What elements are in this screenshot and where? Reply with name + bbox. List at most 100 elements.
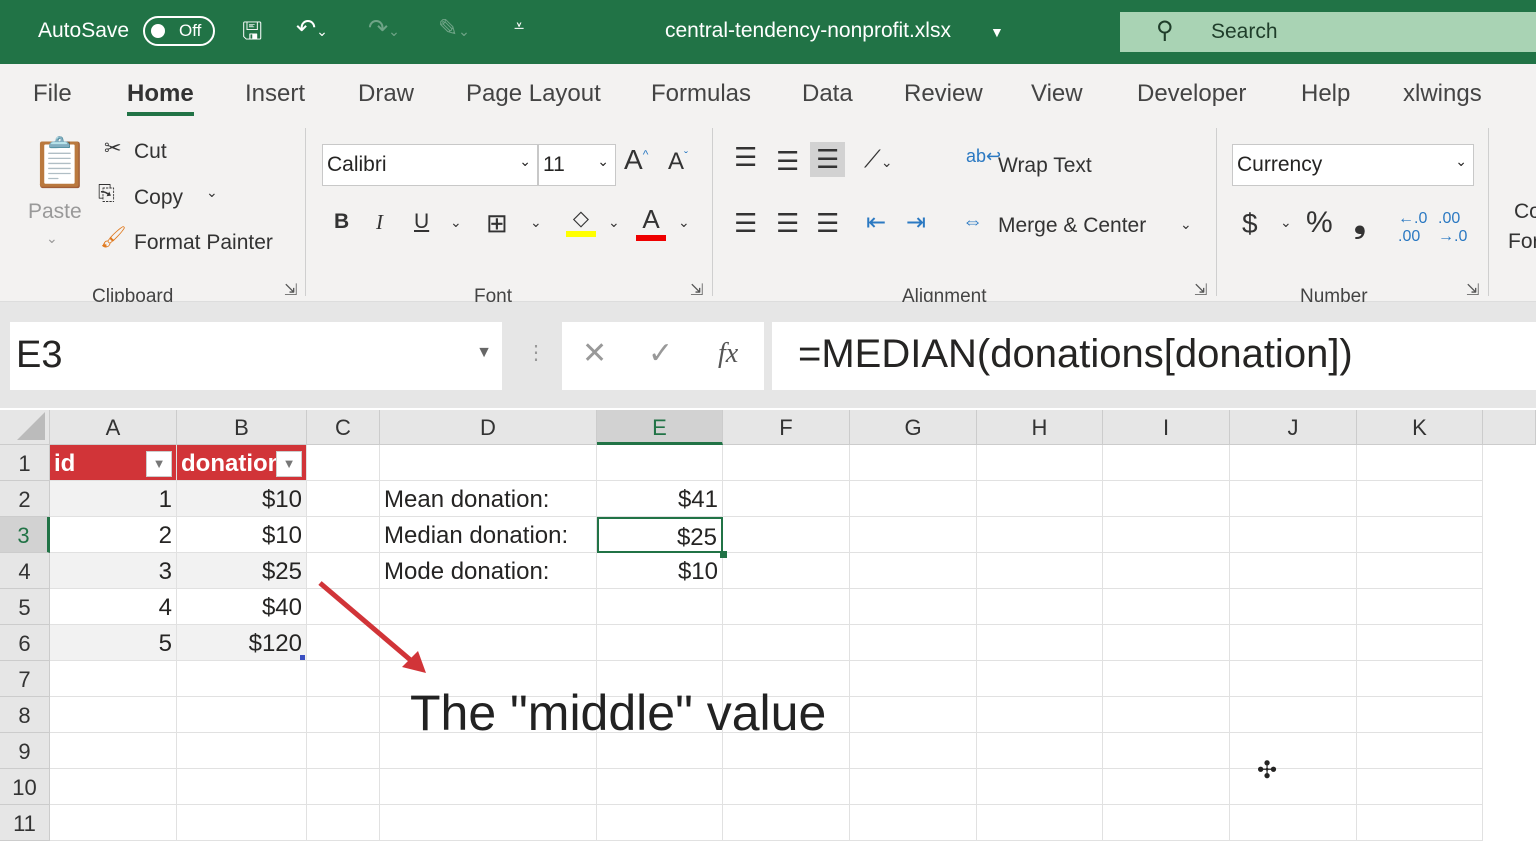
cell[interactable] — [1230, 625, 1357, 661]
stat-value[interactable]: $10 — [597, 553, 723, 589]
formula-input[interactable]: =MEDIAN(donations[donation]) — [772, 322, 1536, 390]
cell[interactable] — [977, 661, 1103, 697]
dialog-launcher-icon[interactable]: ⇲ — [1466, 280, 1479, 300]
merge-center-button[interactable]: Merge & Center — [998, 214, 1146, 238]
customize-toolbar-icon[interactable]: ⩡ — [514, 16, 524, 37]
drag-handle-icon[interactable]: ⋮ — [526, 340, 546, 365]
id-cell[interactable]: 2 — [50, 517, 177, 553]
row-header-5[interactable]: 5 — [0, 589, 50, 625]
cell[interactable] — [1103, 589, 1230, 625]
filter-dropdown-button[interactable]: ▼ — [146, 451, 172, 477]
column-header-h[interactable]: H — [977, 410, 1103, 445]
cell[interactable] — [977, 733, 1103, 769]
donation-cell[interactable]: $10 — [177, 517, 307, 553]
column-header-c[interactable]: C — [307, 410, 380, 445]
donation-cell[interactable]: $10 — [177, 481, 307, 517]
undo-icon[interactable]: ↶⌄ — [296, 14, 328, 43]
stat-label[interactable]: Mean donation: — [380, 481, 597, 517]
percent-button[interactable]: % — [1306, 206, 1333, 240]
tab-page-layout[interactable]: Page Layout — [466, 80, 601, 108]
cell[interactable] — [1357, 769, 1483, 805]
cell[interactable] — [1230, 697, 1357, 733]
cell[interactable] — [1230, 805, 1357, 841]
paste-button[interactable]: Paste — [28, 200, 82, 224]
tab-review[interactable]: Review — [904, 80, 983, 108]
redo-icon[interactable]: ↷⌄ — [368, 14, 400, 43]
id-cell[interactable]: 3 — [50, 553, 177, 589]
donation-cell[interactable]: $120 — [177, 625, 307, 661]
italic-button[interactable]: I — [376, 210, 383, 235]
cell[interactable] — [1230, 553, 1357, 589]
cell[interactable] — [723, 517, 850, 553]
cell[interactable] — [723, 481, 850, 517]
cell[interactable] — [380, 769, 597, 805]
copy-button[interactable]: Copy — [134, 186, 183, 210]
cell[interactable] — [1230, 769, 1357, 805]
cell[interactable] — [850, 697, 977, 733]
cell[interactable] — [723, 625, 850, 661]
cell[interactable] — [1357, 517, 1483, 553]
autosave-toggle[interactable]: Off — [143, 16, 215, 46]
align-top-icon[interactable]: ☰ — [734, 142, 757, 173]
increase-indent-icon[interactable]: ⇥ — [906, 208, 926, 237]
donation-cell[interactable]: $40 — [177, 589, 307, 625]
cell[interactable] — [850, 589, 977, 625]
cell[interactable] — [307, 445, 380, 481]
file-name[interactable]: central-tendency-nonprofit.xlsx — [665, 19, 951, 43]
cell[interactable] — [977, 589, 1103, 625]
tab-data[interactable]: Data — [802, 80, 853, 108]
cell[interactable] — [1230, 589, 1357, 625]
id-cell[interactable]: 4 — [50, 589, 177, 625]
cell[interactable] — [1230, 481, 1357, 517]
select-all-button[interactable] — [0, 410, 50, 445]
id-cell[interactable]: 1 — [50, 481, 177, 517]
format-painter-button[interactable]: Format Painter — [134, 231, 273, 255]
cancel-icon[interactable]: ✕ — [582, 336, 607, 371]
cell[interactable] — [597, 589, 723, 625]
cell[interactable] — [1103, 661, 1230, 697]
cell[interactable] — [50, 697, 177, 733]
cell[interactable] — [1357, 553, 1483, 589]
column-header-d[interactable]: D — [380, 410, 597, 445]
cell[interactable] — [50, 661, 177, 697]
save-icon[interactable]: 🖫 — [242, 14, 262, 55]
align-bottom-icon[interactable]: ☰ — [810, 142, 846, 177]
row-header-2[interactable]: 2 — [0, 481, 50, 517]
column-header-e[interactable]: E — [597, 410, 723, 445]
cell[interactable] — [1357, 481, 1483, 517]
dialog-launcher-icon[interactable]: ⇲ — [1194, 280, 1207, 300]
cell[interactable] — [977, 769, 1103, 805]
cell[interactable] — [307, 769, 380, 805]
cell[interactable] — [1103, 805, 1230, 841]
increase-font-icon[interactable]: A^ — [624, 144, 648, 176]
column-header-i[interactable]: I — [1103, 410, 1230, 445]
cell[interactable] — [850, 733, 977, 769]
touch-mode-icon[interactable]: ✎⌄ — [438, 14, 470, 43]
cell[interactable] — [1103, 481, 1230, 517]
conditional-formatting-button[interactable]: Co — [1514, 200, 1536, 224]
tab-help[interactable]: Help — [1301, 80, 1350, 108]
format-as-table-button[interactable]: For — [1508, 230, 1536, 254]
increase-decimal-icon[interactable]: ←.0.00 — [1398, 210, 1427, 246]
cell[interactable] — [1103, 769, 1230, 805]
cell[interactable] — [1357, 805, 1483, 841]
cell[interactable] — [50, 805, 177, 841]
row-header-10[interactable]: 10 — [0, 769, 50, 805]
chevron-down-icon[interactable]: ⌄ — [530, 214, 542, 231]
cell[interactable] — [1357, 445, 1483, 481]
cell[interactable] — [1357, 589, 1483, 625]
cell[interactable] — [177, 805, 307, 841]
cell[interactable] — [850, 805, 977, 841]
fill-handle[interactable] — [720, 551, 727, 558]
column-header-g[interactable]: G — [850, 410, 977, 445]
tab-insert[interactable]: Insert — [245, 80, 305, 108]
cell[interactable] — [307, 697, 380, 733]
dialog-launcher-icon[interactable]: ⇲ — [284, 280, 297, 300]
row-header-8[interactable]: 8 — [0, 697, 50, 733]
align-left-icon[interactable]: ☰ — [734, 208, 757, 239]
cell[interactable] — [1230, 733, 1357, 769]
align-right-icon[interactable]: ☰ — [816, 208, 839, 239]
tab-draw[interactable]: Draw — [358, 80, 414, 108]
stat-label[interactable]: Median donation: — [380, 517, 597, 553]
cell[interactable] — [1103, 517, 1230, 553]
